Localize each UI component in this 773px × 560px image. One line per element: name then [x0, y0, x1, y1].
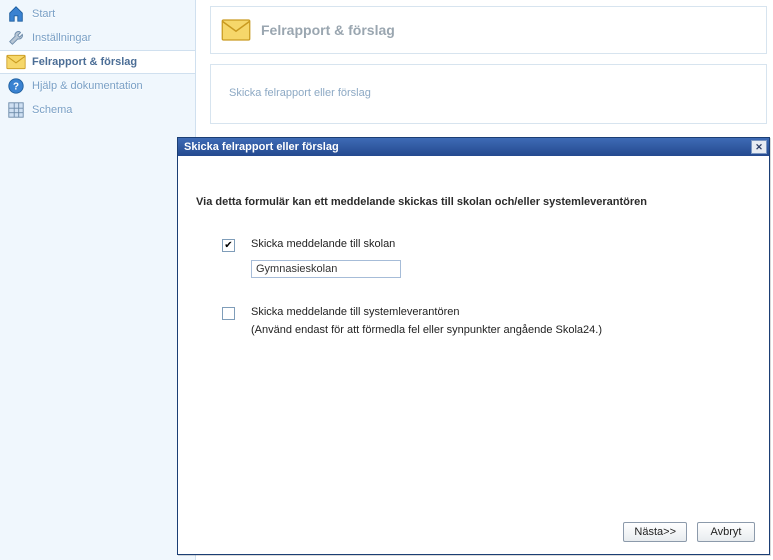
checkbox-school[interactable]: ✔ — [222, 239, 235, 252]
sidebar-item-label: Inställningar — [32, 32, 91, 44]
sidebar-item-label: Hjälp & dokumentation — [32, 80, 143, 92]
header-panel: Felrapport & förslag — [210, 6, 767, 54]
dialog-intro: Via detta formulär kan ett meddelande sk… — [196, 196, 751, 208]
sidebar-item-label: Felrapport & förslag — [32, 56, 137, 68]
checkbox-vendor[interactable] — [222, 307, 235, 320]
sidebar-item-settings[interactable]: Inställningar — [0, 26, 195, 50]
option-school-label: Skicka meddelande till skolan — [251, 238, 395, 250]
sidebar: Start Inställningar Felrapport & förslag… — [0, 0, 196, 560]
page-title: Felrapport & förslag — [261, 22, 395, 38]
school-field — [251, 260, 751, 278]
dialog-felrapport: Skicka felrapport eller förslag ✕ Via de… — [177, 137, 770, 555]
next-button[interactable]: Nästa>> — [623, 522, 687, 542]
dialog-title: Skicka felrapport eller förslag — [184, 141, 339, 153]
help-icon: ? — [6, 76, 26, 96]
grid-icon — [6, 100, 26, 120]
sidebar-item-help[interactable]: ? Hjälp & dokumentation — [0, 74, 195, 98]
envelope-icon — [6, 52, 26, 72]
sidebar-item-label: Schema — [32, 104, 72, 116]
wrench-icon — [6, 28, 26, 48]
dialog-footer: Nästa>> Avbryt — [178, 520, 769, 554]
home-icon — [6, 4, 26, 24]
sidebar-item-start[interactable]: Start — [0, 2, 195, 26]
option-vendor-row: Skicka meddelande till systemleverantöre… — [222, 306, 751, 336]
cancel-button[interactable]: Avbryt — [697, 522, 755, 542]
close-button[interactable]: ✕ — [751, 140, 767, 154]
school-input[interactable] — [251, 260, 401, 278]
dialog-titlebar: Skicka felrapport eller förslag ✕ — [178, 138, 769, 156]
dialog-body: Via detta formulär kan ett meddelande sk… — [178, 156, 769, 520]
svg-text:?: ? — [13, 82, 19, 93]
sidebar-item-label: Start — [32, 8, 55, 20]
option-vendor-label: Skicka meddelande till systemleverantöre… — [251, 306, 602, 318]
envelope-icon — [221, 15, 251, 45]
content-panel: Skicka felrapport eller förslag — [210, 64, 767, 124]
checkmark-icon: ✔ — [224, 240, 232, 251]
close-icon: ✕ — [755, 143, 763, 152]
sidebar-item-felrapport[interactable]: Felrapport & förslag — [0, 50, 195, 74]
sidebar-item-schema[interactable]: Schema — [0, 98, 195, 122]
content-intro: Skicka felrapport eller förslag — [229, 87, 371, 99]
option-vendor-note: (Använd endast för att förmedla fel elle… — [251, 324, 602, 336]
option-school-row: ✔ Skicka meddelande till skolan — [222, 238, 751, 252]
